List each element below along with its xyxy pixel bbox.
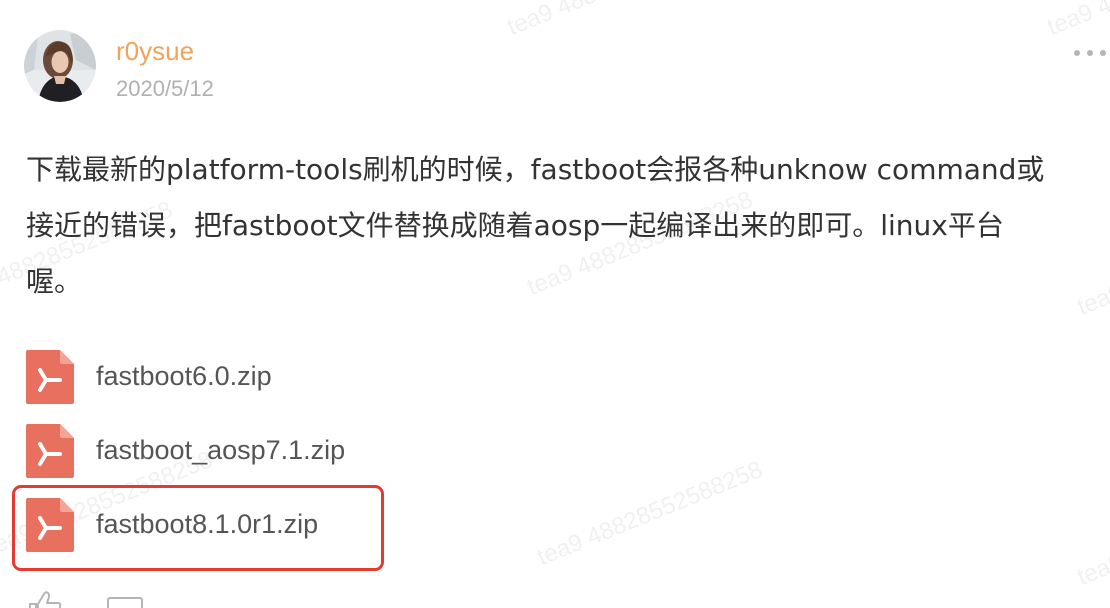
- attachment-name[interactable]: fastboot8.1.0r1.zip: [96, 509, 318, 540]
- more-dots-icon: [1100, 50, 1106, 56]
- attachment-name[interactable]: fastboot_aosp7.1.zip: [96, 435, 345, 466]
- more-dots-icon: [1074, 50, 1080, 56]
- post-actions: [26, 590, 226, 608]
- attachment-list: fastboot6.0.zip fastboot_aosp7.1.zip fas…: [26, 350, 726, 572]
- attachment-item[interactable]: fastboot_aosp7.1.zip: [26, 424, 726, 498]
- zip-file-icon: [26, 498, 74, 552]
- post-header: r0ysue 2020/5/12: [24, 30, 1110, 106]
- attachment-item[interactable]: fastboot6.0.zip: [26, 350, 726, 424]
- attachment-item[interactable]: fastboot8.1.0r1.zip: [26, 498, 726, 572]
- post-content: 下载最新的platform-tools刷机的时候，fastboot会报各种unk…: [26, 142, 1086, 310]
- comment-icon[interactable]: [106, 590, 146, 608]
- zip-file-icon: [26, 424, 74, 478]
- zip-file-icon: [26, 350, 74, 404]
- more-dots-icon: [1087, 50, 1093, 56]
- author-name[interactable]: r0ysue: [116, 36, 194, 67]
- attachment-name[interactable]: fastboot6.0.zip: [96, 361, 272, 392]
- post-date: 2020/5/12: [116, 76, 214, 101]
- content-line: 接近的错误，把fastboot文件替换成随着aosp一起编译出来的即可。linu…: [26, 209, 1004, 242]
- avatar-portrait-icon: [24, 30, 96, 102]
- more-options-button[interactable]: [1072, 42, 1108, 62]
- avatar[interactable]: [24, 30, 96, 102]
- content-line: 喔。: [26, 265, 83, 298]
- post-card: r0ysue 2020/5/12 下载最新的platform-tools刷机的时…: [0, 0, 1110, 608]
- thumbs-up-icon[interactable]: [26, 590, 66, 608]
- content-line: 下载最新的platform-tools刷机的时候，fastboot会报各种unk…: [26, 153, 1045, 186]
